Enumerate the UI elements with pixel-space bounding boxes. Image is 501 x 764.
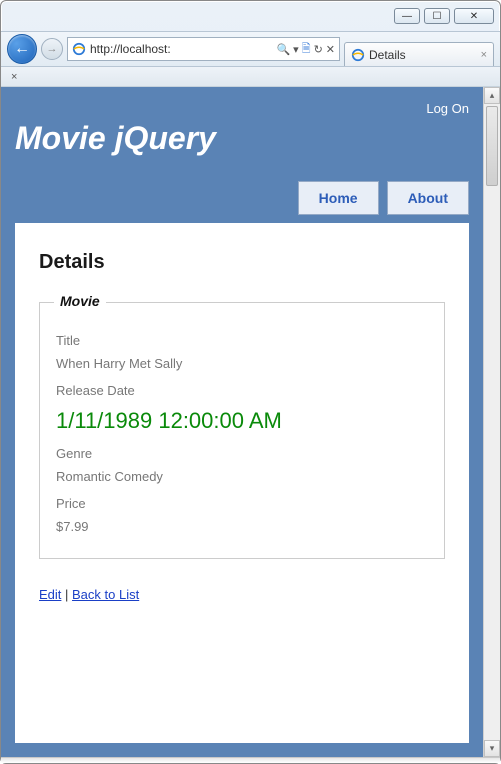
command-bar: × — [1, 67, 500, 87]
movie-fieldset: Movie Title When Harry Met Sally Release… — [39, 302, 445, 559]
tab-favicon-ie-icon — [351, 48, 365, 62]
window-frame: — ☐ ✕ ← → http://localhost: 🔍 ▾ 🗎 ↻ ✕ — [0, 0, 501, 764]
address-text: http://localhost: — [90, 42, 272, 56]
label-price: Price — [56, 496, 428, 511]
address-bar-controls: 🔍 ▾ 🗎 ↻ ✕ — [276, 40, 335, 59]
window-minimize-button[interactable]: — — [394, 8, 420, 24]
value-release-date: 1/11/1989 12:00:00 AM — [56, 408, 428, 434]
nav-tab-about[interactable]: About — [387, 181, 469, 215]
window-titlebar: — ☐ ✕ — [1, 1, 500, 31]
browser-toolbar: ← → http://localhost: 🔍 ▾ 🗎 ↻ ✕ Details … — [1, 31, 500, 67]
page-body: Log On Movie jQuery Home About Details M… — [1, 87, 483, 757]
viewport-content: Log On Movie jQuery Home About Details M… — [1, 87, 483, 757]
scroll-thumb[interactable] — [486, 106, 498, 186]
content-panel: Details Movie Title When Harry Met Sally… — [15, 223, 469, 743]
arrow-left-icon: ← — [14, 40, 30, 58]
logon-link[interactable]: Log On — [426, 101, 469, 116]
label-title: Title — [56, 333, 428, 348]
scroll-up-button[interactable]: ▴ — [484, 87, 500, 104]
ie-icon — [72, 42, 86, 56]
back-to-list-link[interactable]: Back to List — [72, 587, 139, 602]
site-header: Log On Movie jQuery Home About — [15, 101, 469, 215]
label-genre: Genre — [56, 446, 428, 461]
maximize-icon: ☐ — [433, 11, 442, 22]
page-heading: Details — [39, 251, 445, 274]
tab-close-button[interactable]: × — [481, 49, 487, 61]
nav-forward-button[interactable]: → — [41, 38, 63, 60]
label-release-date: Release Date — [56, 383, 428, 398]
logon-row: Log On — [15, 101, 469, 116]
close-icon: ✕ — [470, 11, 478, 22]
window-maximize-button[interactable]: ☐ — [424, 8, 450, 24]
window-bottom-border — [1, 757, 500, 763]
tab-title: Details — [369, 48, 406, 62]
tab-strip: Details × — [344, 32, 494, 66]
site-title: Movie jQuery — [15, 120, 469, 157]
nav-tabs: Home About — [15, 181, 469, 215]
scroll-down-button[interactable]: ▾ — [484, 740, 500, 757]
scroll-track[interactable] — [484, 104, 500, 740]
nav-tab-home[interactable]: Home — [298, 181, 379, 215]
search-icon[interactable]: 🔍 — [276, 43, 290, 56]
arrow-right-icon: → — [47, 43, 58, 55]
stop-icon[interactable]: ✕ — [326, 43, 335, 56]
fieldset-legend: Movie — [54, 293, 106, 309]
dropdown-icon[interactable]: ▾ — [293, 43, 299, 56]
viewport: Log On Movie jQuery Home About Details M… — [1, 87, 500, 757]
minimize-icon: — — [402, 11, 412, 22]
window-close-button[interactable]: ✕ — [454, 8, 494, 24]
edit-link[interactable]: Edit — [39, 587, 61, 602]
action-links: Edit | Back to List — [39, 587, 445, 602]
browser-tab[interactable]: Details × — [344, 42, 494, 66]
nav-back-button[interactable]: ← — [7, 34, 37, 64]
compat-view-icon[interactable]: 🗎 — [302, 40, 311, 59]
refresh-icon[interactable]: ↻ — [314, 43, 323, 56]
vertical-scrollbar[interactable]: ▴ ▾ — [483, 87, 500, 757]
chevron-up-icon: ▴ — [490, 90, 495, 101]
link-separator: | — [61, 587, 72, 602]
address-bar[interactable]: http://localhost: 🔍 ▾ 🗎 ↻ ✕ — [67, 37, 340, 61]
chevron-down-icon: ▾ — [490, 743, 495, 754]
value-genre: Romantic Comedy — [56, 469, 428, 484]
value-price: $7.99 — [56, 519, 428, 534]
command-bar-close-button[interactable]: × — [11, 71, 17, 83]
value-title: When Harry Met Sally — [56, 356, 428, 371]
